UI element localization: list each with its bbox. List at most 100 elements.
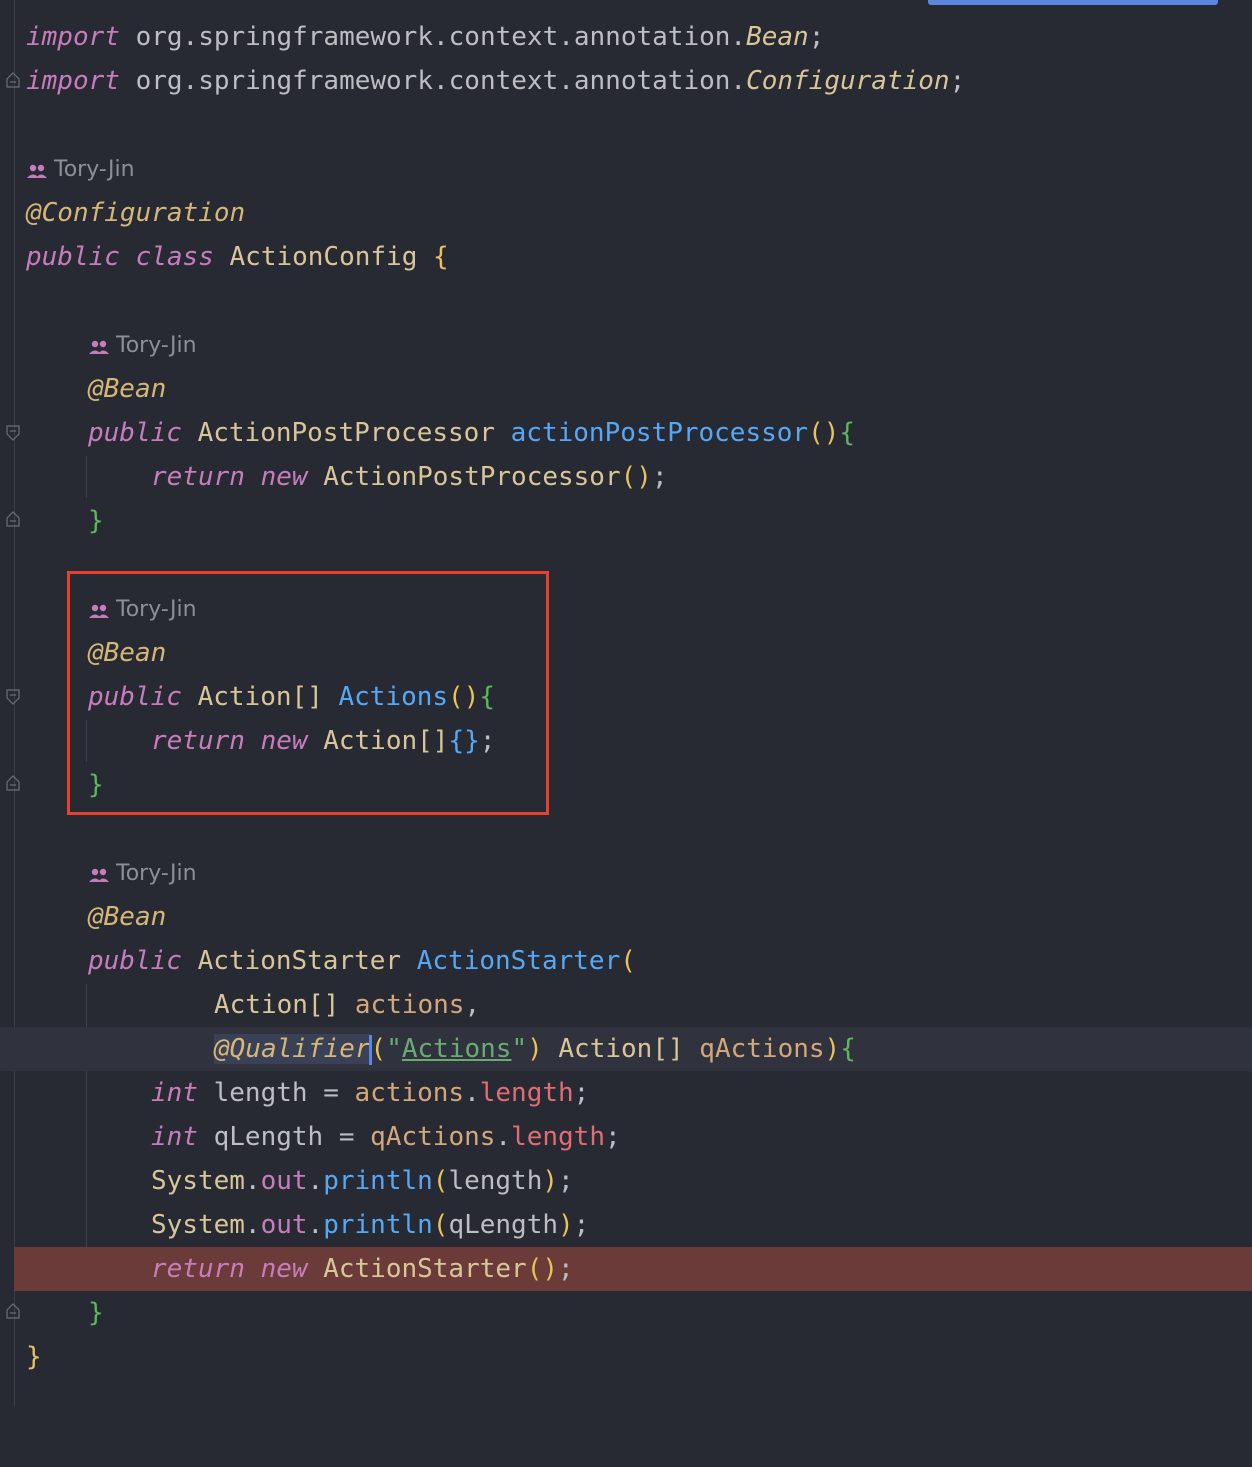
class-name: ActionConfig <box>229 242 418 272</box>
people-icon <box>89 868 109 882</box>
parens: ( <box>620 946 636 976</box>
code-line-breakpoint[interactable]: return new ActionStarter(); <box>14 1247 1252 1291</box>
code-line-close-brace[interactable]: } <box>0 499 1252 543</box>
code-line-statement[interactable]: int qLength = qActions.length; <box>0 1115 1252 1159</box>
keyword: class <box>135 242 214 272</box>
operator: = <box>323 1078 339 1108</box>
author-hint[interactable]: Tory-Jin <box>0 148 1252 192</box>
code-line-close-brace[interactable]: } <box>0 1335 1252 1379</box>
semicolon: ; <box>651 462 668 492</box>
string-literal: Actions <box>401 1034 512 1064</box>
parens: ( <box>370 1034 387 1064</box>
dot: . <box>464 1078 480 1108</box>
parens: () <box>808 418 840 448</box>
code-line-annotation[interactable]: @Bean <box>0 367 1252 411</box>
code-line-annotation[interactable]: @Configuration <box>0 191 1252 235</box>
class-name: Bean <box>746 22 809 52</box>
param-type: Action[] <box>214 990 340 1020</box>
class-name: Configuration <box>746 66 950 96</box>
code-line-parameter[interactable]: Action[] actions, <box>0 983 1252 1027</box>
local-variable: length <box>213 1078 308 1108</box>
parens: () <box>526 1254 559 1284</box>
semicolon: ; <box>573 1078 590 1108</box>
local-variable: qLength <box>213 1122 324 1152</box>
code-line-method-declaration[interactable]: public ActionStarter ActionStarter( <box>0 939 1252 983</box>
brace: } <box>26 1342 42 1372</box>
keyword: new <box>260 1254 308 1284</box>
code-line-statement[interactable]: System.out.println(length); <box>0 1159 1252 1203</box>
semicolon: ; <box>573 1210 590 1240</box>
quote: " <box>511 1034 528 1064</box>
keyword: new <box>260 462 308 492</box>
semicolon: ; <box>949 66 966 96</box>
brace: { <box>840 1034 856 1064</box>
annotation-qualifier: @Qualifier <box>214 1034 371 1064</box>
return-type: ActionPostProcessor <box>197 418 495 448</box>
brace: { <box>839 418 856 448</box>
dot: . <box>244 1166 261 1196</box>
class-name: System <box>151 1210 245 1240</box>
class-name: ActionPostProcessor <box>323 462 621 492</box>
code-line-return[interactable]: return new ActionPostProcessor(); <box>0 455 1252 499</box>
static-field: out <box>260 1210 308 1240</box>
code-line-import[interactable]: import org.springframework.context.annot… <box>0 15 1252 59</box>
author-hint[interactable]: Tory-Jin <box>0 852 1252 896</box>
package-name: org.springframework.context.annotation. <box>135 66 747 96</box>
brace: } <box>88 1298 104 1328</box>
parens: ) <box>527 1034 543 1064</box>
annotation: @Bean <box>88 374 167 404</box>
dot: . <box>495 1122 512 1152</box>
keyword: public <box>88 946 182 976</box>
dot: . <box>244 1210 261 1240</box>
code-line-class-declaration[interactable]: public class ActionConfig { <box>0 235 1252 279</box>
people-icon <box>89 340 109 354</box>
semicolon: ; <box>604 1122 621 1152</box>
author-name: Tory-Jin <box>116 333 197 358</box>
active-tab-indicator <box>928 0 1218 5</box>
code-line-annotation[interactable]: @Bean <box>0 895 1252 939</box>
method-name: ActionStarter <box>416 946 621 976</box>
dot: . <box>307 1166 324 1196</box>
semicolon: ; <box>558 1254 574 1284</box>
dot: . <box>307 1210 324 1240</box>
code-line-method-declaration[interactable]: public ActionPostProcessor actionPostPro… <box>0 411 1252 455</box>
param-name: actions <box>354 990 465 1020</box>
local-variable: qLength <box>448 1210 559 1240</box>
semicolon: ; <box>808 22 825 52</box>
static-field: out <box>260 1166 308 1196</box>
code-line-import[interactable]: import org.springframework.context.annot… <box>0 59 1252 103</box>
local-variable: length <box>448 1166 543 1196</box>
code-editor[interactable]: import org.springframework.context.annot… <box>0 0 1252 1406</box>
field: length <box>479 1078 574 1108</box>
package-name: org.springframework.context.annotation. <box>135 22 747 52</box>
keyword: return <box>151 462 245 492</box>
keyword: int <box>151 1078 198 1108</box>
semicolon: ; <box>558 1166 574 1196</box>
return-type: ActionStarter <box>197 946 402 976</box>
code-line-statement[interactable]: int length = actions.length; <box>0 1071 1252 1115</box>
class-name: ActionStarter <box>323 1254 527 1284</box>
author-name: Tory-Jin <box>54 157 135 182</box>
brace: { <box>433 242 449 272</box>
people-icon <box>27 164 47 178</box>
annotation: @Configuration <box>26 198 246 228</box>
method-name: actionPostProcessor <box>510 418 809 448</box>
parens: () <box>620 462 652 492</box>
author-hint[interactable]: Tory-Jin <box>0 324 1252 368</box>
highlight-box <box>67 571 549 815</box>
method-call: println <box>323 1210 433 1240</box>
annotation: @Bean <box>88 902 167 932</box>
keyword: return <box>151 1254 245 1284</box>
brace: } <box>88 506 104 536</box>
param-reference: qActions <box>370 1122 496 1152</box>
field: length <box>511 1122 605 1152</box>
code-line-parameter-current[interactable]: @Qualifier("Actions") Action[] qActions)… <box>0 1027 1252 1071</box>
class-name: System <box>151 1166 245 1196</box>
parens: ) <box>824 1034 841 1064</box>
author-name: Tory-Jin <box>116 861 197 886</box>
operator: = <box>338 1122 355 1152</box>
code-line-statement[interactable]: System.out.println(qLength); <box>0 1203 1252 1247</box>
keyword: import <box>26 66 120 96</box>
code-line-close-brace[interactable]: } <box>0 1291 1252 1335</box>
param-reference: actions <box>354 1078 465 1108</box>
